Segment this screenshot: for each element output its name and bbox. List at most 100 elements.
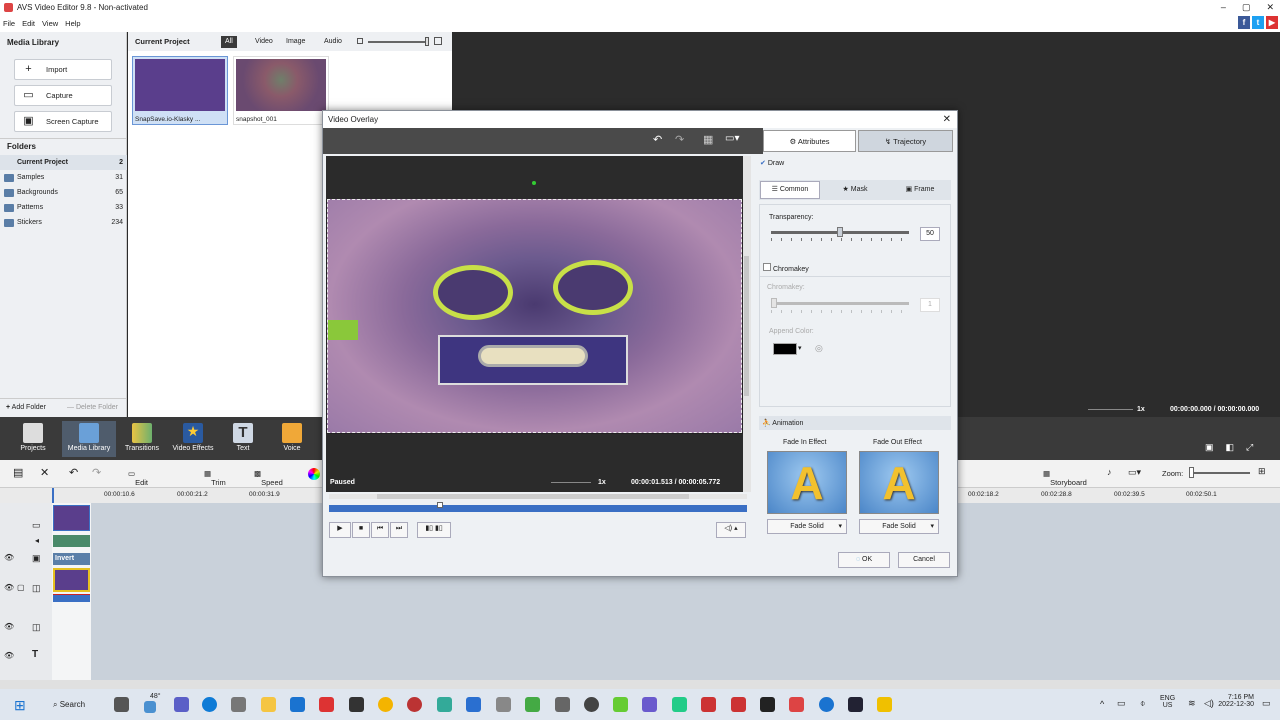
fade-out-preview[interactable]: A <box>859 451 939 514</box>
eye-icon[interactable]: 👁 <box>4 553 14 562</box>
mail-icon[interactable] <box>290 697 305 712</box>
thumb-size-knob[interactable] <box>425 37 429 46</box>
weather-temp[interactable]: 48° <box>150 693 161 700</box>
lock-icon[interactable]: ▢ <box>17 583 25 592</box>
clock[interactable]: 7:16 PM 2022-12-30 <box>1214 694 1254 708</box>
app-icon[interactable] <box>819 697 834 712</box>
folder-current-project[interactable]: Current Project 2 <box>0 155 127 170</box>
microphone-tray-icon[interactable]: ⌽ <box>1140 698 1145 709</box>
steam-icon[interactable] <box>848 697 863 712</box>
volume-button[interactable]: ◁) ▴ <box>716 522 746 538</box>
weather-icon[interactable] <box>144 701 156 713</box>
horizontal-scrollbar[interactable] <box>0 680 1280 689</box>
add-folder-button[interactable]: + Add Folder <box>6 399 46 417</box>
redo-icon[interactable]: ↷ <box>675 133 684 146</box>
filter-image[interactable]: Image <box>282 36 309 48</box>
app-icon[interactable] <box>466 697 481 712</box>
app-icon[interactable] <box>701 697 716 712</box>
media-library-button[interactable]: Media Library <box>62 421 116 457</box>
folder-backgrounds[interactable]: Backgrounds 65 <box>0 185 127 200</box>
windows-start-icon[interactable]: ⊞ <box>14 697 26 714</box>
avs-video-editor-icon[interactable] <box>642 697 657 712</box>
filter-video[interactable]: Video <box>251 36 277 48</box>
transitions-button[interactable]: Transitions <box>116 421 168 457</box>
chromakey-value[interactable]: 1 <box>920 298 940 312</box>
subtab-mask[interactable]: ★ Mask <box>825 181 885 199</box>
draw-checkbox[interactable]: ✔ Draw <box>760 159 784 167</box>
filter-audio[interactable]: Audio <box>320 36 346 48</box>
projects-button[interactable]: Projects <box>7 421 59 457</box>
trim-button[interactable]: ▦ Trim <box>204 469 226 487</box>
notifications-icon[interactable]: ▭ <box>1262 698 1271 709</box>
zoom-in-icon[interactable]: ⊞ <box>1258 466 1266 477</box>
preview-speed-slider[interactable] <box>1088 409 1133 410</box>
previous-frame-button[interactable]: ⏮ <box>371 522 389 538</box>
overlay-preview[interactable]: Paused 1x 00:00:01.513 / 00:00:05.772 <box>326 156 743 492</box>
folder-samples[interactable]: Samples 31 <box>0 170 127 185</box>
fullscreen-icon[interactable]: ⤢ <box>1246 442 1253 453</box>
color-swatch[interactable] <box>773 343 797 355</box>
video-clip[interactable] <box>53 505 90 531</box>
color-icon[interactable] <box>308 468 320 480</box>
transparency-value[interactable]: 50 <box>920 227 940 241</box>
facebook-icon[interactable]: f <box>1238 16 1250 29</box>
chevron-up-icon[interactable]: ^ <box>1100 699 1104 709</box>
folder-stickers[interactable]: Stickers 234 <box>0 215 127 230</box>
display-mode-icon[interactable]: ▭▾ <box>725 133 739 144</box>
task-view-icon[interactable] <box>114 697 129 712</box>
app-icon[interactable] <box>760 697 775 712</box>
seek-bar[interactable] <box>329 505 747 512</box>
thumb-size-slider[interactable] <box>368 41 428 43</box>
rotate-handle[interactable] <box>532 181 536 185</box>
preview-vertical-scrollbar[interactable] <box>743 156 751 492</box>
fit-icon[interactable]: ▣ <box>1205 442 1214 453</box>
app-icon[interactable] <box>672 697 687 712</box>
grid-icon[interactable]: ▦ <box>703 133 713 146</box>
wifi-icon[interactable]: ≋ <box>1188 698 1196 709</box>
edge-icon[interactable] <box>202 697 217 712</box>
text-button[interactable]: T Text <box>217 421 269 457</box>
video-effects-button[interactable]: ★ Video Effects <box>167 421 219 457</box>
fade-in-preview[interactable]: A <box>767 451 847 514</box>
minimize-icon[interactable]: – <box>1221 0 1226 15</box>
invert-effect-clip[interactable]: Invert <box>53 553 90 565</box>
chromakey-knob[interactable] <box>771 298 777 308</box>
minecraft-icon[interactable] <box>525 697 540 712</box>
screen-capture-button[interactable]: ▣ Screen Capture <box>14 111 112 132</box>
twitter-icon[interactable]: t <box>1252 16 1264 29</box>
app-icon[interactable] <box>789 697 804 712</box>
app-icon[interactable] <box>349 697 364 712</box>
chromakey-checkbox[interactable]: Chromakey <box>763 263 809 273</box>
app-icon[interactable] <box>877 697 892 712</box>
eye-icon[interactable]: 👁 <box>4 583 14 592</box>
speed-slider[interactable] <box>551 482 591 483</box>
speed-button[interactable]: ▩ Speed <box>254 469 283 487</box>
app-icon[interactable] <box>437 697 452 712</box>
youtube-icon[interactable]: ▶ <box>1266 16 1278 29</box>
menu-view[interactable]: View <box>42 19 58 28</box>
snapshot-icon[interactable]: ◧ <box>1226 442 1235 453</box>
delete-icon[interactable]: ✕ <box>40 466 49 479</box>
undo-icon[interactable]: ↶ <box>69 466 78 479</box>
undo-icon[interactable]: ↶ <box>653 133 662 146</box>
menu-help[interactable]: Help <box>65 19 80 28</box>
playhead[interactable] <box>52 488 54 503</box>
seek-knob[interactable] <box>437 502 443 508</box>
settings-icon[interactable] <box>555 697 570 712</box>
file-explorer-icon[interactable] <box>261 697 276 712</box>
eyedropper-icon[interactable]: ◎ <box>815 343 823 354</box>
import-button[interactable]: + Import <box>14 59 112 80</box>
media-item-video[interactable]: SnapSave.io-Klasky ... <box>132 56 228 125</box>
tray-icon[interactable]: ▭ <box>1117 698 1126 709</box>
mark-buttons[interactable]: ▮▯ ▮▯ <box>417 522 451 538</box>
voice-button[interactable]: Voice <box>266 421 318 457</box>
zoom-knob[interactable] <box>1189 467 1194 478</box>
delete-folder-button[interactable]: — Delete Folder <box>67 399 118 417</box>
fade-out-select[interactable]: Fade Solid ▾ <box>859 519 939 534</box>
play-button[interactable]: ▶ <box>329 522 351 538</box>
ok-button[interactable]: ◌ OK <box>838 552 890 568</box>
taskbar-search[interactable]: ⌕ Search <box>53 700 85 710</box>
overlay-clip[interactable] <box>53 568 90 592</box>
app-icon[interactable] <box>613 697 628 712</box>
tab-attributes[interactable]: ⚙ Attributes <box>763 130 856 152</box>
